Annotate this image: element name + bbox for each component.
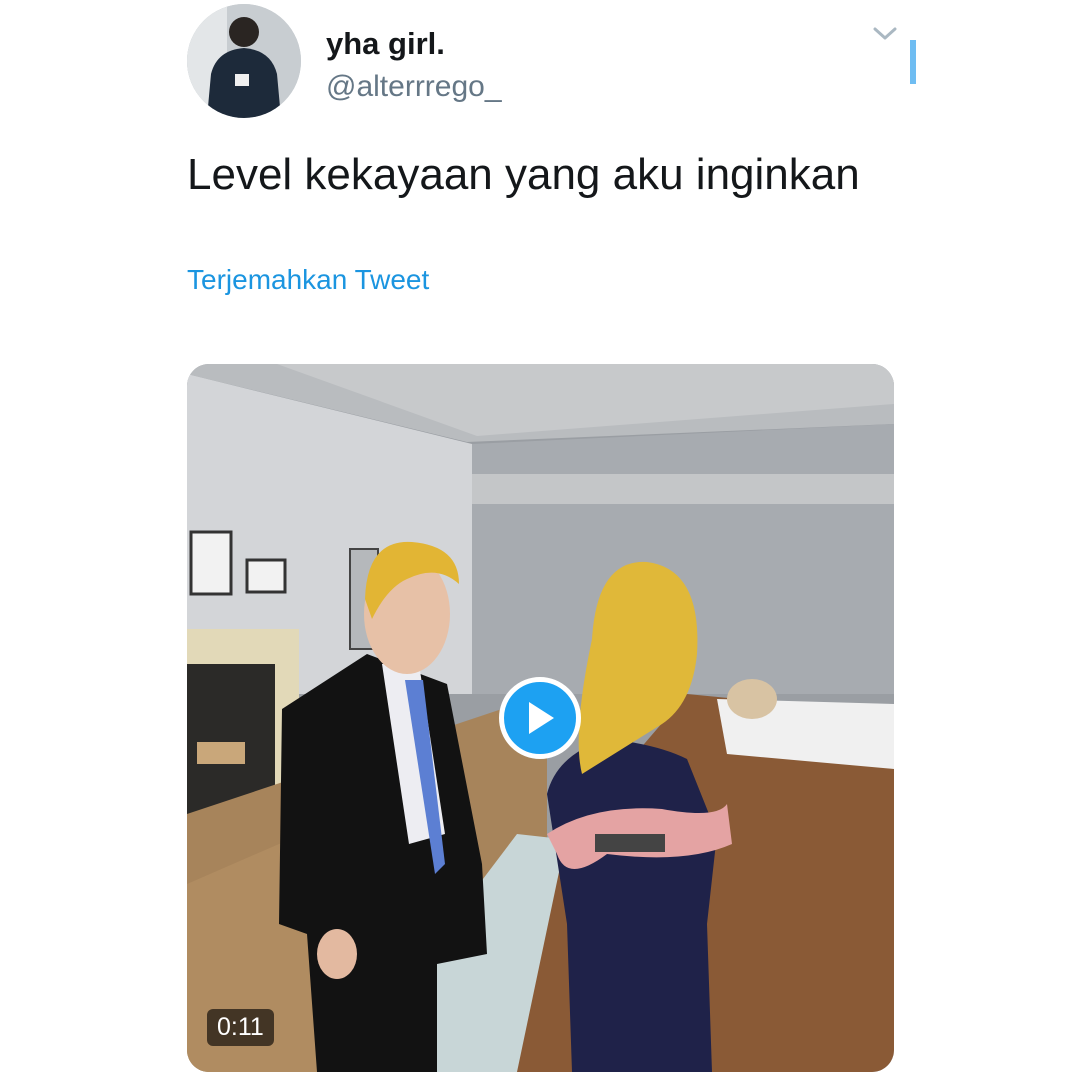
avatar-image [187,4,301,118]
play-icon [529,702,554,734]
user-handle[interactable]: @alterrrego_ [326,70,502,104]
scrollbar[interactable] [910,40,916,84]
video-duration-badge: 0:11 [207,1009,274,1046]
display-name[interactable]: yha girl. [326,26,445,62]
video-player[interactable]: 0:11 [187,364,894,1072]
tweet-text: Level kekayaan yang aku inginkan [187,150,860,199]
avatar[interactable] [187,4,301,118]
chevron-down-icon[interactable] [870,22,900,46]
translate-tweet-link[interactable]: Terjemahkan Tweet [187,264,429,296]
play-button[interactable] [499,677,581,759]
